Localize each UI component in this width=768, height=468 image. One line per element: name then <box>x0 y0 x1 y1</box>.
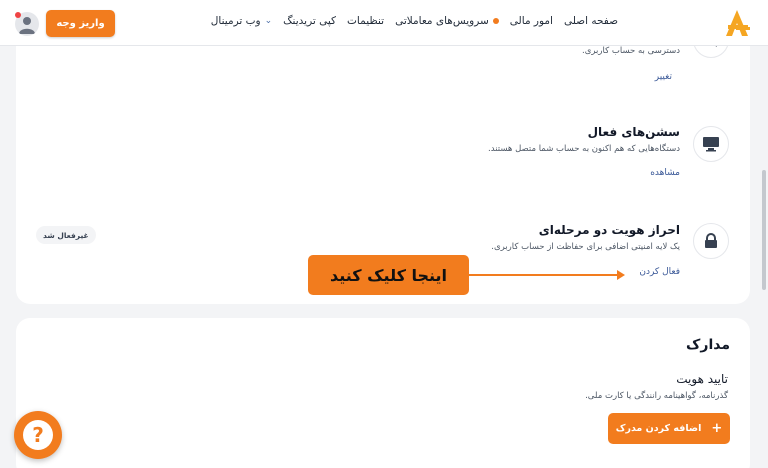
documents-title: مدارک <box>686 337 730 353</box>
add-document-label: اضافه کردن مدرک <box>615 423 702 434</box>
arsanex-logo[interactable] <box>722 8 752 38</box>
nav-item-web-terminal-label: وب ترمینال <box>210 15 261 27</box>
two-factor-title: احراز هویت دو مرحله‌ای <box>538 223 680 237</box>
identity-verification-description: گذرنامه، گواهینامه رانندگی یا کارت ملی. <box>585 391 728 401</box>
nav-item-trading-services-label: سرویس‌های معاملاتی <box>395 15 489 27</box>
nav-item-copy-trading[interactable]: کپی تریدینگ <box>283 15 336 27</box>
active-sessions-description: دستگاه‌هایی که هم اکنون به حساب شما متصل… <box>488 144 680 154</box>
chevron-down-icon: ⌄ <box>264 16 273 26</box>
identity-verification-title: تایید هویت <box>676 372 728 386</box>
avatar-status-dot <box>15 12 21 18</box>
top-navigation-bar: صفحه اصلی امور مالی سرویس‌های معاملاتی ت… <box>0 0 768 46</box>
documents-card: مدارک تایید هویت گذرنامه، گواهینامه رانن… <box>16 318 750 468</box>
callout-arrow-line <box>469 274 619 276</box>
status-badge: غیرفعال شد <box>36 226 96 244</box>
help-chat-button[interactable]: ? <box>14 411 62 459</box>
question-chat-icon: ? <box>23 420 53 450</box>
nav-item-web-terminal[interactable]: وب ترمینال ⌄ <box>211 15 272 27</box>
nav-item-settings[interactable]: تنظیمات <box>347 15 384 27</box>
monitor-icon <box>693 126 729 162</box>
two-factor-description: یک لایه امنیتی اضافی برای حفاظت از حساب … <box>491 242 680 252</box>
page-scrollbar[interactable] <box>762 170 766 290</box>
deposit-button[interactable]: واریز وجه <box>46 10 115 37</box>
nav-item-finance[interactable]: امور مالی <box>510 15 553 27</box>
plus-icon: + <box>711 421 723 436</box>
password-description: دسترسی به حساب کاربری. <box>582 46 680 56</box>
main-nav: صفحه اصلی امور مالی سرویس‌های معاملاتی ت… <box>211 15 618 27</box>
enable-two-factor-link[interactable]: فعال کردن <box>639 267 680 277</box>
change-password-link[interactable]: تغییر <box>655 72 672 82</box>
view-sessions-link[interactable]: مشاهده <box>650 168 680 178</box>
nav-item-home[interactable]: صفحه اصلی <box>564 15 618 27</box>
add-document-button[interactable]: + اضافه کردن مدرک <box>608 413 730 444</box>
active-sessions-title: سشن‌های فعال <box>587 125 680 139</box>
lock-icon <box>693 223 729 259</box>
click-here-callout: اینجا کلیک کنید <box>308 255 469 295</box>
nav-item-trading-services[interactable]: سرویس‌های معاملاتی <box>395 15 499 27</box>
callout-arrow-head <box>617 270 625 280</box>
notification-dot <box>492 18 499 24</box>
